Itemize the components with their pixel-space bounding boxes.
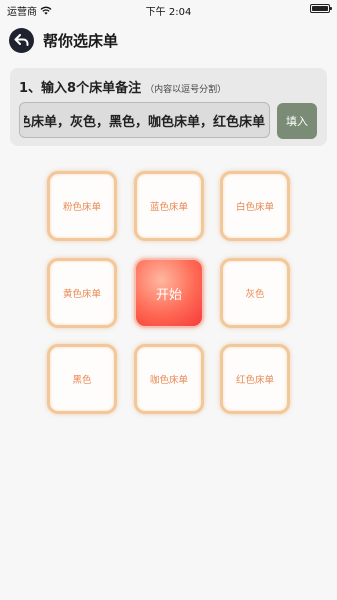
notes-input[interactable] <box>19 102 270 138</box>
input-card: 1、输入8个床单备注 （内容以逗号分割） 填入 <box>10 68 327 146</box>
fill-button[interactable]: 填入 <box>277 103 317 139</box>
grid-item-1[interactable]: 粉色床单 <box>47 171 117 241</box>
grid-item-2[interactable]: 蓝色床单 <box>134 171 204 241</box>
battery-icon <box>310 4 332 13</box>
grid-item-8[interactable]: 红色床单 <box>220 344 290 414</box>
grid-item-7[interactable]: 咖色床单 <box>134 344 204 414</box>
input-heading: 1、输入8个床单备注 （内容以逗号分割） <box>19 77 226 96</box>
grid-item-6[interactable]: 黑色 <box>47 344 117 414</box>
start-button[interactable]: 开始 <box>134 258 204 328</box>
grid-item-3[interactable]: 白色床单 <box>220 171 290 241</box>
input-heading-label: 1、输入8个床单备注 <box>19 81 142 96</box>
back-button[interactable] <box>9 27 34 53</box>
input-hint: （内容以逗号分割） <box>145 85 227 95</box>
grid-item-4[interactable]: 黄色床单 <box>47 258 117 328</box>
grid-item-5[interactable]: 灰色 <box>220 258 290 328</box>
header: 帮你选床单 <box>9 26 118 54</box>
status-bar: 运营商 下午 2:04 <box>0 0 337 18</box>
page-title: 帮你选床单 <box>43 31 119 50</box>
back-arrow-icon <box>14 34 29 46</box>
status-time: 下午 2:04 <box>145 7 192 18</box>
